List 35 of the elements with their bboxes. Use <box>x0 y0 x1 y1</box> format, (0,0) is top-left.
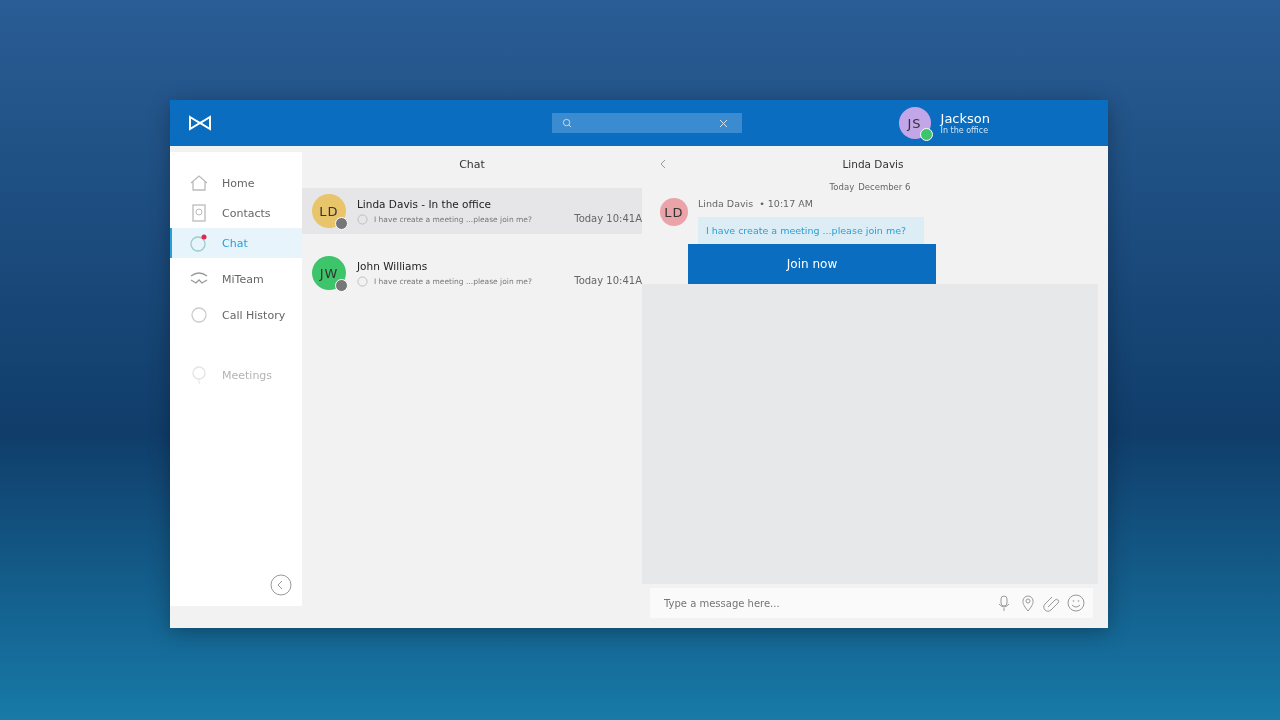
emoji-icon[interactable] <box>1067 594 1085 612</box>
sidebar-item[interactable]: Home <box>170 168 302 198</box>
date-label: Today <box>829 182 855 192</box>
message-time: Today 10:41A <box>574 275 642 286</box>
message-time: • 10:17 AM <box>759 198 813 209</box>
avatar: JS <box>898 107 931 139</box>
join-button[interactable]: Join now <box>688 244 936 284</box>
paperclip-icon[interactable] <box>1043 594 1061 612</box>
presence-dot <box>335 279 348 292</box>
avatar: JW <box>312 256 346 290</box>
sender-name: Linda Davis <box>698 198 754 209</box>
sidebar-item[interactable]: Call History <box>170 300 302 330</box>
search-icon <box>562 118 572 128</box>
close-icon[interactable] <box>719 118 728 128</box>
presence-dot <box>335 217 348 230</box>
user-status: In the office <box>940 126 990 135</box>
logo-icon <box>188 115 212 131</box>
panel-title: Chat <box>458 156 486 173</box>
contact-name: Linda Davis - In the office <box>357 197 492 210</box>
user-name: Jackson <box>940 111 990 126</box>
location-pin-icon[interactable] <box>1019 594 1037 612</box>
search-field[interactable] <box>552 113 742 133</box>
collapse-button[interactable] <box>270 574 292 596</box>
conversation-title: Linda Davis <box>841 158 905 170</box>
avatar: LD <box>312 194 346 228</box>
back-icon[interactable] <box>660 159 666 169</box>
date-label: December 6 <box>858 182 911 192</box>
message-composer[interactable]: Type a message here... <box>650 588 1093 618</box>
message-bubble: I have create a meeting ...please join me? <box>698 217 924 244</box>
sidebar-item[interactable]: MiTeam <box>170 264 302 294</box>
avatar: LD <box>660 198 688 226</box>
contact-name: John Williams <box>357 259 429 272</box>
message-input[interactable]: Type a message here... <box>662 596 989 610</box>
message-time: Today 10:41A <box>574 213 642 224</box>
sidebar-item[interactable]: Contacts <box>170 198 302 228</box>
